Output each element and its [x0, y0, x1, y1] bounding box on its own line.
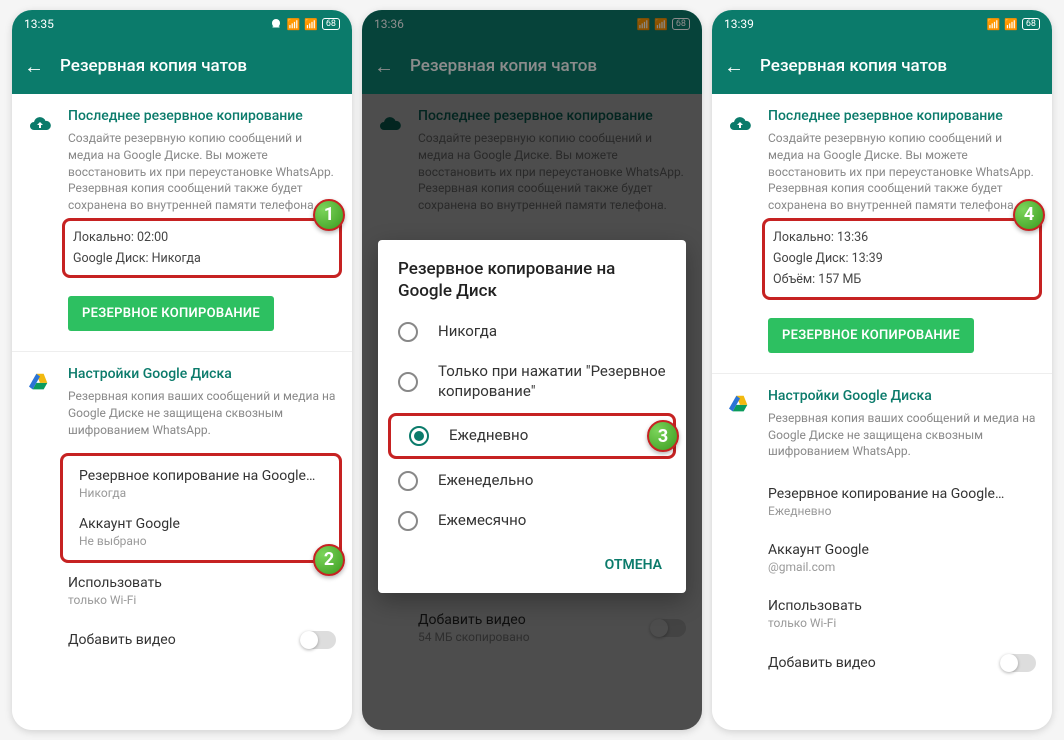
cancel-button[interactable]: ОТМЕНА — [597, 549, 670, 581]
radio-icon — [398, 471, 418, 491]
clock: 13:35 — [24, 17, 54, 31]
section-title: Настройки Google Диска — [68, 366, 336, 382]
app-bar: ← Резервная копия чатов — [12, 38, 352, 94]
radio-label: Ежедневно — [449, 426, 528, 446]
section-desc: Резервная копия ваших сообщений и медиа … — [768, 410, 1036, 460]
setting-label: Добавить видео — [768, 655, 876, 671]
screen-1: 13:35 📶📶 68 ← Резервная копия чатов Посл… — [12, 10, 352, 730]
screen-2: 13:36 📶📶 68 ← Резервная копия чатов Посл… — [362, 10, 702, 730]
google-drive-icon — [726, 390, 754, 418]
highlight-1: 1 Локально: 02:00 Google Диск: Никогда — [62, 218, 342, 279]
local-backup-time: Локально: 02:00 — [73, 227, 331, 248]
network-item[interactable]: Использовать только Wi-Fi — [712, 586, 1052, 642]
option-weekly[interactable]: Еженедельно — [378, 461, 686, 501]
badge-2: 2 — [313, 544, 345, 576]
include-video-item[interactable]: Добавить видео — [12, 619, 352, 661]
section-title: Настройки Google Диска — [768, 388, 1036, 404]
radio-label: Еженедельно — [438, 471, 533, 491]
setting-label: Аккаунт Google — [79, 516, 323, 532]
backup-frequency-item[interactable]: Резервное копирование на Google… Никогда — [71, 462, 331, 506]
setting-label: Резервное копирование на Google… — [768, 486, 1036, 502]
content: Последнее резервное копирование Создайте… — [12, 94, 352, 730]
setting-value: @gmail.com — [768, 560, 1036, 574]
option-never[interactable]: Никогда — [378, 312, 686, 352]
cloud-upload-icon — [26, 110, 54, 138]
clock: 13:39 — [724, 17, 754, 31]
setting-label: Резервное копирование на Google… — [79, 468, 323, 484]
setting-value: Никогда — [79, 486, 323, 500]
status-icons: 📶📶 68 — [270, 18, 340, 31]
last-backup-section: Последнее резервное копирование Создайте… — [12, 94, 352, 351]
badge-3: 3 — [647, 420, 679, 452]
setting-label: Аккаунт Google — [768, 542, 1036, 558]
google-drive-icon — [26, 368, 54, 396]
network-item[interactable]: Использовать только Wi-Fi — [12, 563, 352, 619]
screen-3: 13:39 📶📶 68 ← Резервная копия чатов Посл… — [712, 10, 1052, 730]
radio-icon — [398, 322, 418, 342]
badge-1: 1 — [313, 199, 345, 231]
backup-button[interactable]: РЕЗЕРВНОЕ КОПИРОВАНИЕ — [68, 296, 274, 331]
setting-label: Добавить видео — [68, 632, 176, 648]
option-manual[interactable]: Только при нажатии "Резервное копировани… — [378, 352, 686, 411]
radio-label: Ежемесячно — [438, 511, 526, 531]
backup-button[interactable]: РЕЗЕРВНОЕ КОПИРОВАНИЕ — [768, 318, 974, 353]
setting-value: только Wi-Fi — [768, 616, 1036, 630]
dialog-title: Резервное копирование на Google Диск — [378, 240, 686, 312]
content: Последнее резервное копирование Создайте… — [712, 94, 1052, 730]
backup-frequency-item[interactable]: Резервное копирование на Google… Ежеднев… — [712, 474, 1052, 530]
radio-icon — [398, 372, 418, 392]
toggle-switch[interactable] — [300, 631, 336, 649]
setting-label: Использовать — [68, 575, 336, 591]
section-desc: Создайте резервную копию сообщений и мед… — [68, 130, 336, 214]
highlight-2: 2 Резервное копирование на Google… Никог… — [60, 453, 342, 563]
last-backup-section: Последнее резервное копирование Создайте… — [712, 94, 1052, 373]
app-bar: ← Резервная копия чатов — [712, 38, 1052, 94]
gdrive-backup-time: Google Диск: Никогда — [73, 248, 331, 269]
gdrive-backup-time: Google Диск: 13:39 — [773, 248, 1031, 269]
back-arrow-icon[interactable]: ← — [24, 54, 44, 79]
backup-size: Объём: 157 МБ — [773, 269, 1031, 290]
back-arrow-icon[interactable]: ← — [724, 54, 744, 79]
highlight-4: 4 Локально: 13:36 Google Диск: 13:39 Объ… — [762, 218, 1042, 300]
section-title: Последнее резервное копирование — [768, 108, 1036, 124]
radio-label: Никогда — [438, 322, 497, 342]
status-icons: 📶📶 68 — [986, 18, 1040, 31]
google-account-item[interactable]: Аккаунт Google @gmail.com — [712, 530, 1052, 586]
gdrive-section: Настройки Google Диска Резервная копия в… — [12, 352, 352, 452]
backup-frequency-dialog: Резервное копирование на Google Диск Ник… — [378, 240, 686, 593]
section-title: Последнее резервное копирование — [68, 108, 336, 124]
setting-value: Не выбрано — [79, 534, 323, 548]
page-title: Резервная копия чатов — [760, 56, 947, 76]
google-account-item[interactable]: Аккаунт Google Не выбрано — [71, 506, 331, 554]
gdrive-section: Настройки Google Диска Резервная копия в… — [712, 374, 1052, 474]
radio-icon — [398, 511, 418, 531]
setting-value: Ежедневно — [768, 504, 1036, 518]
cloud-upload-icon — [726, 110, 754, 138]
include-video-item[interactable]: Добавить видео — [712, 642, 1052, 684]
option-daily[interactable]: Ежедневно — [399, 422, 665, 450]
local-backup-time: Локально: 13:36 — [773, 227, 1031, 248]
radio-label: Только при нажатии "Резервное копировани… — [438, 362, 666, 401]
dnd-icon — [270, 18, 282, 30]
setting-label: Использовать — [768, 598, 1036, 614]
highlight-3: 3 Ежедневно — [388, 413, 676, 459]
section-desc: Резервная копия ваших сообщений и медиа … — [68, 388, 336, 438]
dialog-actions: ОТМЕНА — [378, 541, 686, 585]
setting-value: только Wi-Fi — [68, 593, 336, 607]
section-desc: Создайте резервную копию сообщений и мед… — [768, 130, 1036, 214]
page-title: Резервная копия чатов — [60, 56, 247, 76]
badge-4: 4 — [1013, 199, 1045, 231]
toggle-switch[interactable] — [1000, 654, 1036, 672]
status-bar: 13:39 📶📶 68 — [712, 10, 1052, 38]
status-bar: 13:35 📶📶 68 — [12, 10, 352, 38]
radio-icon-checked — [409, 426, 429, 446]
option-monthly[interactable]: Ежемесячно — [378, 501, 686, 541]
